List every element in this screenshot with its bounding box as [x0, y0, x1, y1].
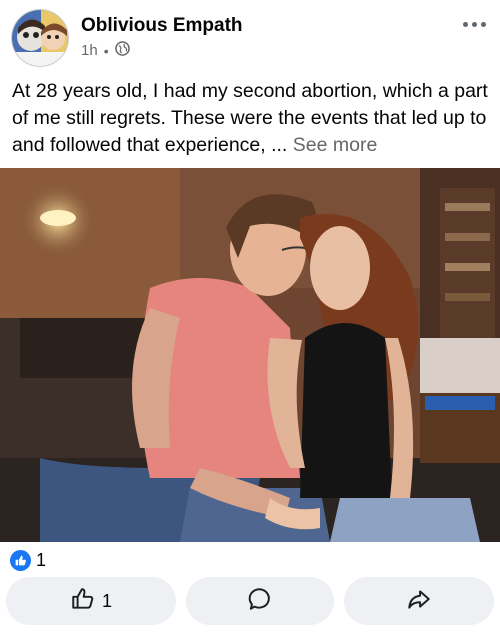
- comment-icon: [247, 586, 273, 617]
- see-more-link[interactable]: See more: [293, 134, 378, 156]
- meta-separator: •: [103, 42, 109, 59]
- action-bar: 1: [0, 577, 500, 627]
- thumbs-up-icon: [70, 586, 96, 617]
- post-time[interactable]: 1h: [81, 42, 98, 59]
- post-meta: 1h •: [81, 41, 130, 60]
- like-badge-icon: [10, 549, 31, 571]
- author-avatar[interactable]: [11, 9, 69, 67]
- like-button[interactable]: 1: [6, 577, 176, 625]
- like-count: 1: [101, 590, 112, 611]
- comment-button[interactable]: [186, 577, 334, 625]
- post-header: Oblivious Empath 1h •: [0, 0, 500, 72]
- share-icon: [406, 586, 432, 617]
- author-name[interactable]: Oblivious Empath: [81, 15, 243, 37]
- globe-icon: [114, 41, 130, 60]
- reaction-count: 1: [36, 549, 47, 570]
- post-text: At 28 years old, I had my second abortio…: [12, 78, 490, 159]
- post-body: At 28 years old, I had my second abortio…: [12, 80, 488, 156]
- share-button[interactable]: [344, 577, 494, 625]
- more-options-icon[interactable]: [463, 14, 491, 34]
- post-photo[interactable]: [0, 168, 500, 542]
- reaction-summary[interactable]: 1: [10, 548, 46, 572]
